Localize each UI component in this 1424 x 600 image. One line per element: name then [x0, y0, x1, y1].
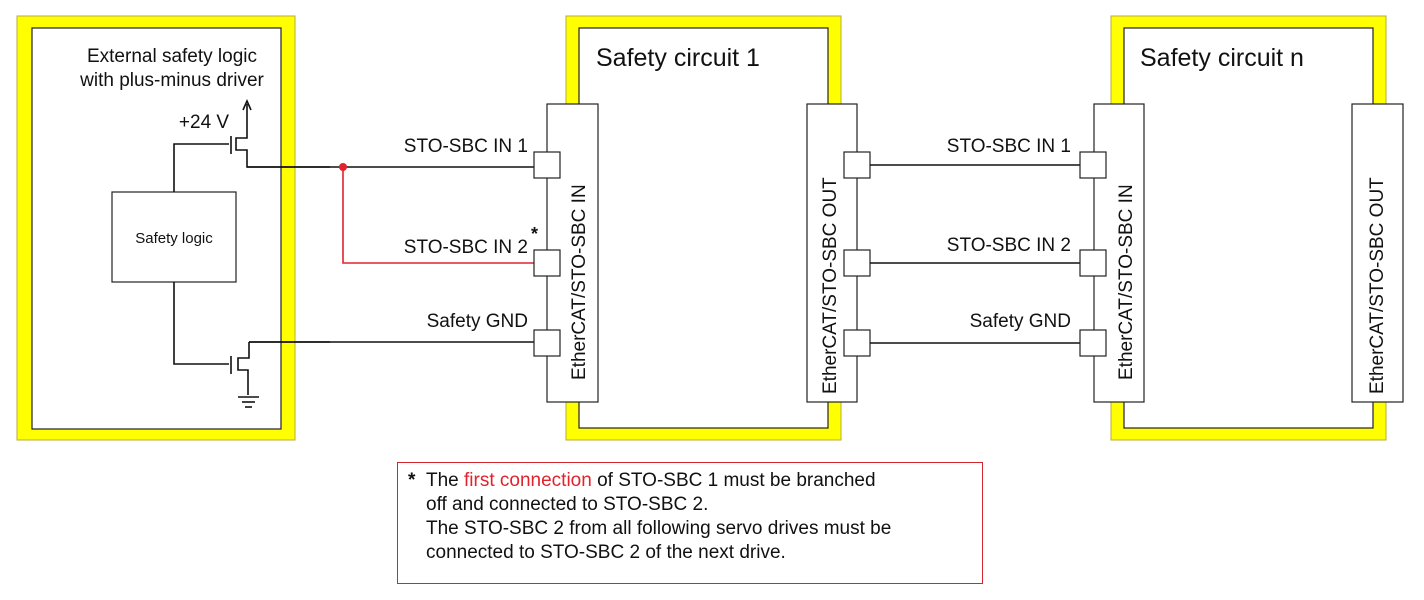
- label-right-safety-gnd: Safety GND: [970, 311, 1071, 332]
- circuit1-in-terminal-gnd: [533, 329, 561, 357]
- label-left-sto-in2: STO-SBC IN 2: [404, 237, 528, 258]
- label-left-sto-in1: STO-SBC IN 1: [404, 136, 528, 157]
- circuitn-frame-inner: [1123, 27, 1374, 429]
- circuitn-title: Safety circuit n: [1140, 44, 1304, 72]
- label-right-sto-in1: STO-SBC IN 1: [947, 136, 1071, 157]
- circuitn-in-terminal-gnd: [1079, 329, 1107, 357]
- footnote-line-4: connected to STO-SBC 2 of the next drive…: [426, 542, 786, 563]
- branch-junction-dot: [339, 163, 347, 171]
- chain-wiring: STO-SBC IN 1 STO-SBC IN 2 Safety GND: [870, 136, 1080, 344]
- footnote-line-3: The STO-SBC 2 from all following servo d…: [426, 518, 892, 539]
- external-title-line1: External safety logic: [87, 46, 257, 67]
- safety-logic-label: Safety logic: [135, 230, 213, 247]
- label-left-safety-gnd: Safety GND: [427, 311, 528, 332]
- circuit1-in-terminal-1: [533, 151, 561, 179]
- circuit1-out-terminal-gnd: [843, 329, 871, 357]
- circuitn-in-connector-label: EtherCAT/STO-SBC IN: [1116, 184, 1137, 380]
- footnote-highlight: first connection: [464, 470, 592, 491]
- circuit1-in-connector-label: EtherCAT/STO-SBC IN: [569, 184, 590, 380]
- circuit1-out-terminal-2: [843, 249, 871, 277]
- circuitn-out-connector-label: EtherCAT/STO-SBC OUT: [1367, 177, 1388, 394]
- footnote-text-before: The: [426, 470, 465, 491]
- circuit1-in-terminal-2: [533, 249, 561, 277]
- footnote-text-after: of STO-SBC 1 must be branched: [591, 470, 876, 491]
- footnote-box: * The first connection of STO-SBC 1 must …: [397, 462, 983, 584]
- circuit1-out-connector-label: EtherCAT/STO-SBC OUT: [820, 177, 841, 394]
- circuit1-frame-inner: [578, 27, 829, 429]
- footnote-line-1: * The first connection of STO-SBC 1 must …: [408, 469, 972, 493]
- external-safety-logic-block: External safety logic with plus-minus dr…: [16, 15, 330, 441]
- circuit1-out-terminal-1: [843, 151, 871, 179]
- safety-circuit-n: Safety circuit n EtherCAT/STO-SBC IN Eth…: [1079, 15, 1404, 441]
- external-title-line2: with plus-minus driver: [79, 70, 264, 91]
- circuitn-in-terminal-1: [1079, 151, 1107, 179]
- footnote-line-2: off and connected to STO-SBC 2.: [426, 494, 709, 515]
- label-right-sto-in2: STO-SBC IN 2: [947, 235, 1071, 256]
- supply-voltage-label: +24 V: [179, 112, 230, 133]
- footnote-asterisk: *: [408, 470, 416, 491]
- safety-circuit-1: Safety circuit 1 EtherCAT/STO-SBC IN Eth…: [533, 15, 871, 441]
- circuit1-title: Safety circuit 1: [596, 44, 760, 72]
- circuitn-in-terminal-2: [1079, 249, 1107, 277]
- label-left-sto-in2-asterisk: *: [531, 224, 538, 244]
